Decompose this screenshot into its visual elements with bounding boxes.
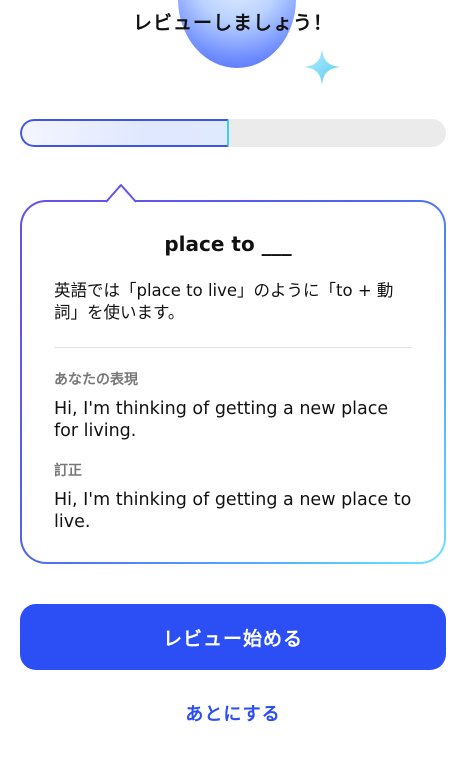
explanation-text: 英語では「place to live」のように「to + 動詞」を使います。 <box>54 281 394 322</box>
your-expression-label: あなたの表現 <box>54 372 138 388</box>
later-button[interactable]: あとにする <box>0 700 466 726</box>
review-screen: レビューしましょう！ place to ___ 英語では「place to li… <box>0 0 466 768</box>
correction-label: 訂正 <box>54 463 82 479</box>
progress-bar <box>20 119 446 147</box>
page-title: レビューしましょう！ <box>132 12 333 34</box>
card-pointer <box>106 184 136 203</box>
card-title: place to ___ <box>164 232 292 256</box>
start-review-button[interactable]: レビュー始める <box>20 604 446 670</box>
correction-text: Hi, I'm thinking of getting a new place … <box>54 490 412 532</box>
sparkle-icon <box>304 49 340 85</box>
divider <box>54 347 412 348</box>
progress-fill <box>20 119 229 147</box>
your-expression-text: Hi, I'm thinking of getting a new place … <box>54 399 389 441</box>
review-card: place to ___ 英語では「place to live」のように「to … <box>20 200 446 564</box>
